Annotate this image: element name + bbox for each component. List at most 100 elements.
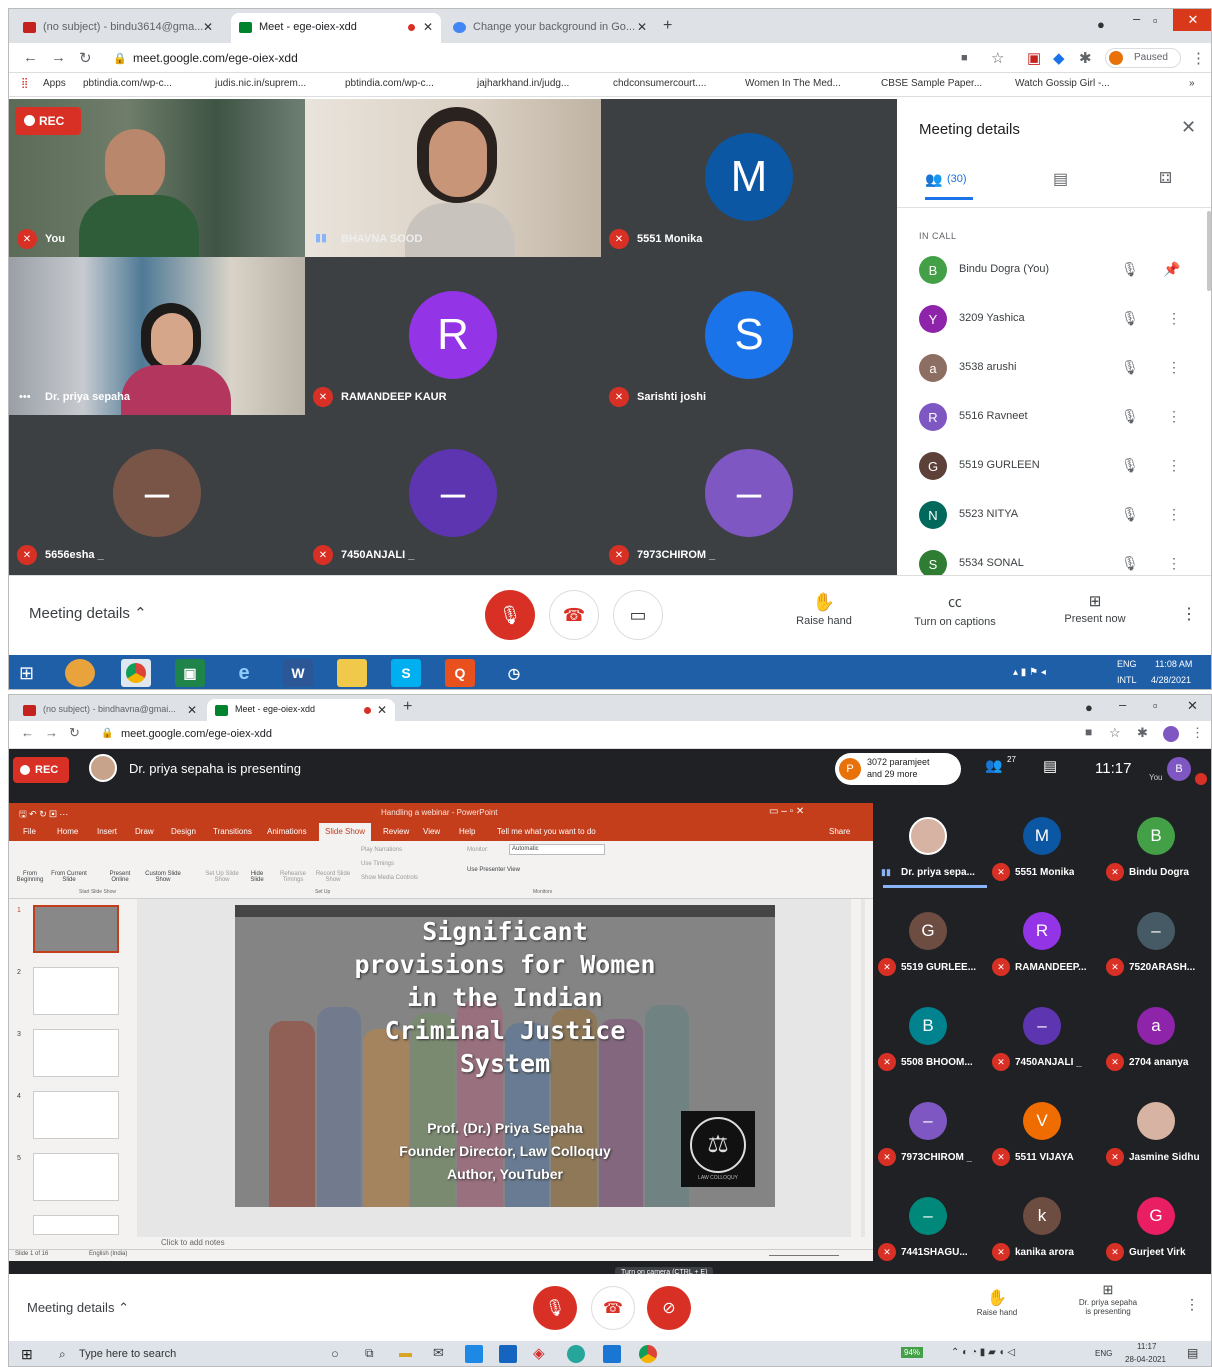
forward-icon[interactable]: → <box>51 49 66 66</box>
bookmark-item[interactable]: CBSE Sample Paper... <box>881 78 982 89</box>
leave-call-button[interactable]: ☎ <box>549 590 599 640</box>
menu-draw[interactable]: Draw <box>135 827 154 836</box>
people-icon[interactable]: 👥 <box>985 757 1002 774</box>
more-options-icon[interactable]: ••• <box>19 391 31 403</box>
join-notification[interactable]: P 3072 paramjeet and 29 more <box>835 753 961 785</box>
lang-indicator[interactable]: ENG <box>1095 1349 1112 1358</box>
participant-tile[interactable]: k ✕ kanika arora <box>987 1183 1101 1278</box>
mcafee-icon[interactable]: ◈ <box>533 1344 545 1362</box>
raise-hand-button[interactable]: ✋ Raise hand <box>779 592 869 627</box>
puzzle-icon[interactable]: ✱ <box>1137 725 1148 741</box>
minimize-icon[interactable]: – <box>1119 697 1126 723</box>
tab-gmail[interactable]: (no subject) - bindu3614@gma... ✕ <box>15 13 221 43</box>
puzzle-icon[interactable]: ✱ <box>1079 49 1092 67</box>
mic-toggle-button[interactable]: 🎙 <box>485 590 535 640</box>
more-bookmarks-icon[interactable]: » <box>1189 78 1195 89</box>
apps-grid-icon[interactable]: ⣿ <box>21 78 28 89</box>
intl-indicator[interactable]: INTL <box>1117 675 1137 685</box>
participant-row[interactable]: R 5516 Ravneet 🎙 ⋮ <box>907 394 1203 443</box>
clock-date[interactable]: 4/28/2021 <box>1151 675 1191 685</box>
clock-app-icon[interactable]: ◷ <box>499 659 529 687</box>
lang-indicator[interactable]: ENG <box>1117 659 1137 669</box>
ribbon-from-beginning[interactable]: From Beginning <box>15 871 45 883</box>
presenting-button[interactable]: ⊞ Dr. priya sepaha is presenting <box>1063 1282 1153 1316</box>
more-options-icon[interactable]: ⋮ <box>1181 604 1197 624</box>
menu-kebab-icon[interactable]: ⋮ <box>1191 49 1206 67</box>
windows-start-icon[interactable]: ⊞ <box>21 1346 33 1363</box>
windows-start-icon[interactable]: ⊞ <box>19 663 34 684</box>
camera-icon[interactable]: ■ <box>1085 725 1092 739</box>
ribbon-play-narrations[interactable]: Play Narrations <box>361 847 402 853</box>
participant-row[interactable]: N 5523 NITYA 🎙 ⋮ <box>907 492 1203 541</box>
activities-icon[interactable]: ⚃ <box>1159 169 1172 187</box>
url-field[interactable]: meet.google.com/ege-oiex-xdd <box>121 728 272 740</box>
raise-hand-button[interactable]: ✋ Raise hand <box>959 1288 1035 1317</box>
video-tile-monika[interactable]: M ✕ 5551 Monika <box>601 99 897 257</box>
ribbon-present-online[interactable]: Present Online <box>105 871 135 883</box>
meeting-details-button[interactable]: Meeting details ⌃ <box>29 604 147 622</box>
tray-icons[interactable]: ▴ ▮ ⚑ ◂ <box>1013 667 1046 678</box>
leave-call-button[interactable]: ☎ <box>591 1286 635 1330</box>
chrome-icon[interactable] <box>639 1345 657 1363</box>
bookmark-item[interactable]: chdconsumercourt.... <box>613 78 706 89</box>
bookmark-item[interactable]: Watch Gossip Girl -... <box>1015 78 1110 89</box>
more-options-icon[interactable]: ⋮ <box>1167 457 1181 474</box>
quick-access-icons[interactable]: 🖫 ↶ ↻ ▣ ⋯ <box>19 807 68 823</box>
close-icon[interactable]: ✕ <box>423 20 433 34</box>
menu-design[interactable]: Design <box>171 827 196 836</box>
word-icon[interactable]: W <box>283 659 313 687</box>
menu-review[interactable]: Review <box>383 827 409 836</box>
menu-slide-show[interactable]: Slide Show <box>319 823 372 841</box>
reload-icon[interactable]: ↻ <box>69 725 80 741</box>
pin-icon[interactable]: 📌 <box>1163 261 1180 278</box>
bookmark-item[interactable]: pbtindia.com/wp-c... <box>345 78 434 89</box>
participant-tile[interactable]: M ✕ 5551 Monika <box>987 803 1101 898</box>
video-tile-ramandeep[interactable]: R ✕ RAMANDEEP KAUR <box>305 257 601 415</box>
bookmark-item[interactable]: jajharkhand.in/judg... <box>477 78 569 89</box>
participant-tile[interactable]: a ✕ 2704 ananya <box>1101 993 1211 1088</box>
chrome-icon[interactable] <box>121 659 151 687</box>
video-tile-chirom[interactable]: – ✕ 7973CHIROM _ <box>601 415 897 575</box>
bookmark-item[interactable]: judis.nic.in/suprem... <box>215 78 306 89</box>
skype-icon[interactable]: S <box>391 659 421 687</box>
chat-icon[interactable]: ▤ <box>1053 169 1068 189</box>
vertical-scrollbar[interactable] <box>851 899 861 1237</box>
close-window-icon[interactable]: ✕ <box>1173 9 1211 31</box>
menu-animations[interactable]: Animations <box>267 827 307 836</box>
menu-view[interactable]: View <box>423 827 440 836</box>
ribbon-from-current[interactable]: From Current Slide <box>49 871 89 883</box>
self-avatar[interactable]: B <box>1167 757 1191 781</box>
video-tile-anjali[interactable]: – ✕ 7450ANJALI _ <box>305 415 601 575</box>
battery-indicator[interactable]: 94% <box>901 1347 924 1358</box>
share-button[interactable]: Share <box>829 827 850 836</box>
app-q-icon[interactable]: Q <box>445 659 475 687</box>
outlook-icon[interactable] <box>603 1345 621 1363</box>
slide-thumbnail[interactable] <box>33 1153 119 1201</box>
more-options-icon[interactable]: ⋮ <box>1167 359 1181 376</box>
participant-tile[interactable]: V ✕ 5511 VIJAYA <box>987 1088 1101 1183</box>
video-tile-you[interactable]: REC ✕ You <box>9 99 305 257</box>
notes-pane[interactable]: Click to add notes <box>137 1237 873 1249</box>
back-icon[interactable]: ← <box>21 725 34 740</box>
url-field[interactable]: meet.google.com/ege-oiex-xdd <box>133 51 298 65</box>
more-options-icon[interactable]: ⋮ <box>1167 408 1181 425</box>
reload-icon[interactable]: ↻ <box>79 49 92 67</box>
extension-icon[interactable]: ◆ <box>1053 49 1065 67</box>
file-explorer-icon[interactable]: ▬ <box>399 1345 412 1360</box>
clock-date[interactable]: 28-04-2021 <box>1125 1355 1166 1364</box>
avatar[interactable] <box>1163 726 1179 742</box>
chat-icon[interactable]: ▤ <box>1043 757 1057 775</box>
menu-file[interactable]: File <box>23 827 36 836</box>
camera-toggle-button[interactable]: ▭ <box>613 590 663 640</box>
zoom-slider[interactable] <box>769 1255 839 1256</box>
firefox-icon[interactable] <box>65 659 95 687</box>
app-icon[interactable] <box>465 1345 483 1363</box>
close-icon[interactable]: ✕ <box>377 703 387 717</box>
clock-time[interactable]: 11:17 <box>1137 1342 1156 1351</box>
participant-tile[interactable]: ▮▮ Dr. priya sepa... <box>873 803 987 898</box>
tray-icons[interactable]: ⌃ ◐ ◔ ▮ ▰ ◖ ◁ <box>951 1347 1015 1358</box>
slide-thumbnail-selected[interactable] <box>33 905 119 953</box>
ribbon-record[interactable]: Record Slide Show <box>315 871 351 883</box>
participant-tile[interactable]: ✕ Jasmine Sidhu <box>1101 1088 1211 1183</box>
participant-tile[interactable]: R ✕ RAMANDEEP... <box>987 898 1101 993</box>
